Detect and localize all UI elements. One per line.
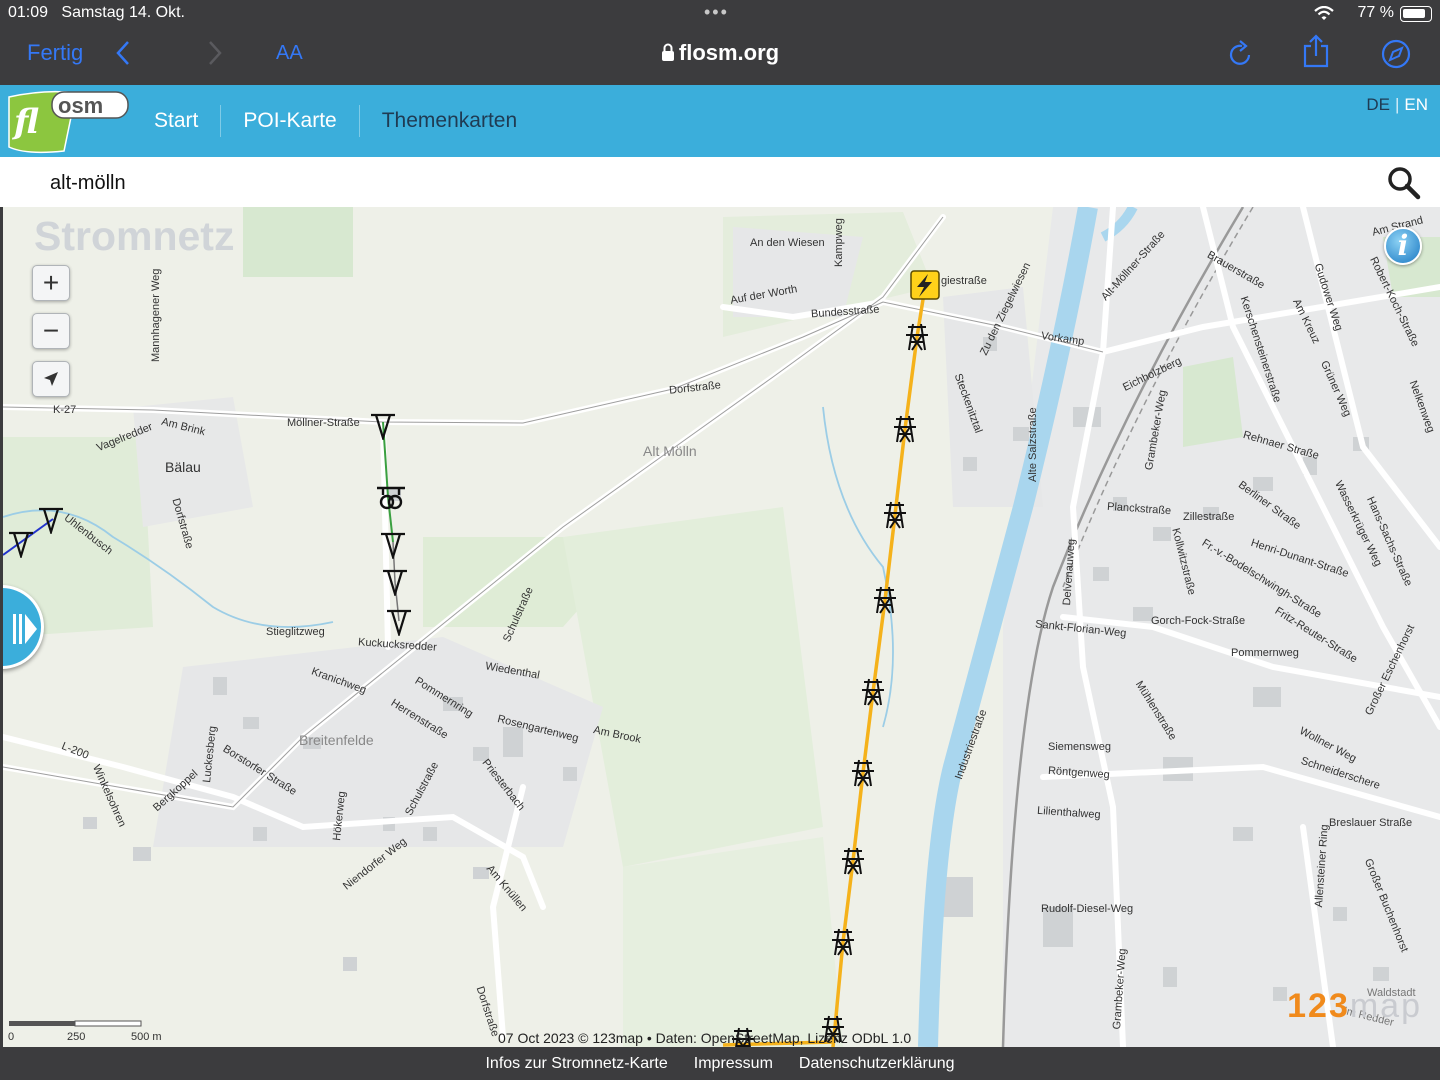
transformer-icon[interactable] [374, 483, 408, 513]
footer-link-datenschutz[interactable]: Datenschutzerklärung [799, 1055, 955, 1073]
status-time: 01:09 Samstag 14. Okt. [8, 4, 185, 21]
transmission-tower-icon[interactable] [384, 606, 414, 636]
123map-logo: 123map [1287, 987, 1422, 1025]
transmission-tower-icon[interactable] [880, 500, 910, 530]
locate-button[interactable] [32, 361, 70, 397]
scale-end: 500 m [131, 1031, 162, 1043]
transmission-tower-icon[interactable] [890, 414, 920, 444]
map-label: giestraße [941, 275, 987, 287]
transmission-tower-icon[interactable] [380, 566, 410, 596]
status-bar: 01:09 Samstag 14. Okt. ••• 77 % [0, 0, 1440, 28]
lang-en[interactable]: EN [1404, 95, 1428, 114]
substation-icon[interactable] [910, 270, 940, 300]
panel-open-icon [13, 614, 37, 644]
map-label: Alte Salzstraße [1027, 407, 1039, 482]
reload-icon[interactable] [1228, 40, 1254, 68]
transmission-tower-icon[interactable] [902, 322, 932, 352]
zoom-out-button[interactable]: − [32, 313, 70, 349]
transmission-tower-icon[interactable] [6, 528, 36, 558]
nav-poi-karte[interactable]: POI-Karte [221, 105, 360, 137]
map-view[interactable]: An den Wiesen Kampweg Auf der Worth Bund… [3, 207, 1440, 1047]
transmission-tower-icon[interactable] [848, 758, 878, 788]
compass-icon[interactable] [1380, 38, 1412, 70]
nav-start[interactable]: Start [132, 105, 222, 137]
location-arrow-icon [44, 372, 58, 386]
transmission-tower-icon[interactable] [368, 410, 398, 440]
map-label: Bälau [165, 459, 201, 475]
map-title: Stromnetz [34, 213, 235, 259]
site-header: fl osm Start POI-Karte Themenkarten DE | E… [0, 85, 1440, 157]
map-attribution: 07 Oct 2023 © 123map • Daten: OpenStreet… [498, 1030, 912, 1046]
map-label: Gorch-Fock-Straße [1151, 615, 1246, 627]
svg-text:osm: osm [58, 93, 103, 118]
search-input[interactable]: alt-mölln [50, 172, 126, 195]
search-icon[interactable] [1386, 165, 1422, 201]
browser-toolbar: Fertig AA flosm.org [0, 28, 1440, 85]
scale-mid: 250 [67, 1031, 86, 1043]
transmission-tower-icon[interactable] [838, 846, 868, 876]
wifi-icon [1314, 6, 1334, 20]
footer-link-info[interactable]: Infos zur Stromnetz-Karte [485, 1055, 667, 1073]
address-bar[interactable]: flosm.org [0, 40, 1440, 66]
map-label: Siemensweg [1048, 741, 1111, 753]
main-nav: Start POI-Karte Themenkarten [132, 85, 539, 157]
map-label: Breitenfelde [299, 732, 374, 748]
footer-link-impressum[interactable]: Impressum [694, 1055, 773, 1073]
transmission-tower-icon[interactable] [36, 504, 66, 534]
battery-icon [1400, 6, 1432, 22]
map-label: Pommernweg [1231, 647, 1299, 659]
map-label: Stieglitzweg [266, 626, 325, 638]
footer: Infos zur Stromnetz-Karte Impressum Date… [0, 1047, 1440, 1080]
map-basemap [3, 207, 1440, 1047]
info-button[interactable]: i [1384, 227, 1422, 265]
domain-text: flosm.org [678, 40, 780, 65]
share-icon[interactable] [1302, 34, 1330, 68]
search-bar: alt-mölln [0, 157, 1440, 207]
language-switch: DE | EN [1366, 95, 1428, 114]
nav-themenkarten[interactable]: Themenkarten [360, 105, 539, 137]
scale-zero: 0 [8, 1031, 15, 1043]
lang-de[interactable]: DE [1366, 95, 1390, 114]
transmission-tower-icon[interactable] [378, 529, 408, 559]
map-label: K-27 [53, 404, 77, 416]
transmission-tower-icon[interactable] [858, 677, 888, 707]
lock-icon [661, 43, 674, 61]
map-label: Alt Mölln [643, 443, 697, 459]
map-scale: 0 250 500 m [7, 1015, 177, 1045]
map-label: An den Wiesen [750, 237, 825, 249]
map-label: Mannhagener Weg [150, 268, 162, 362]
map-label: Breslauer Straße [1329, 817, 1413, 829]
zoom-in-button[interactable]: + [32, 265, 70, 301]
map-label: Zillestraße [1183, 511, 1235, 523]
transmission-tower-icon[interactable] [870, 585, 900, 615]
scale-bar [9, 1020, 142, 1027]
map-label: Kampweg [833, 218, 845, 267]
multitasking-dots-icon[interactable]: ••• [704, 2, 729, 23]
flosm-logo[interactable]: fl osm [6, 89, 132, 155]
transmission-tower-icon[interactable] [828, 927, 858, 957]
map-label: Rudolf-Diesel-Weg [1041, 903, 1134, 915]
battery-percent: 77 % [1357, 4, 1394, 21]
map-label: Möllner-Straße [287, 417, 360, 429]
svg-text:fl: fl [11, 102, 39, 142]
